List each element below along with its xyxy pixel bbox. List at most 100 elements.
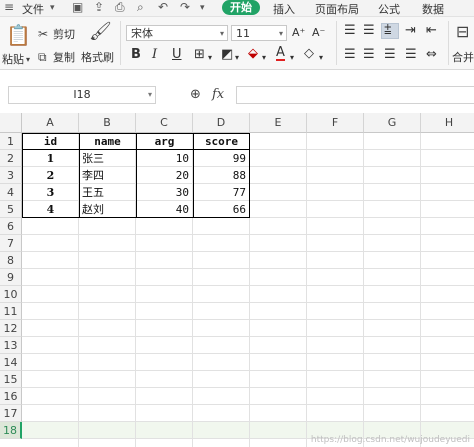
format-painter-icon[interactable]: 🖌: [89, 23, 112, 41]
table-cell[interactable]: 赵刘: [79, 201, 136, 218]
row-header-11[interactable]: 11: [0, 303, 22, 320]
chevron-down-icon[interactable]: ▾: [235, 51, 239, 65]
table-cell[interactable]: 张三: [79, 150, 136, 167]
row-header-18[interactable]: 18: [0, 422, 22, 439]
align-center-icon[interactable]: ☰: [363, 48, 375, 62]
align-middle-icon[interactable]: ☰: [363, 24, 375, 38]
table-header-cell[interactable]: id: [22, 133, 79, 150]
justify-icon[interactable]: ☰: [405, 48, 417, 62]
table-cell[interactable]: 77: [193, 184, 250, 201]
italic-icon[interactable]: I: [152, 48, 157, 62]
row-header-10[interactable]: 10: [0, 286, 22, 303]
fill-bucket-icon[interactable]: ⬙: [248, 47, 258, 61]
row-header-3[interactable]: 3: [0, 167, 22, 184]
row-header-7[interactable]: 7: [0, 235, 22, 252]
merge-button[interactable]: 合并: [452, 49, 474, 65]
table-cell[interactable]: 40: [136, 201, 193, 218]
copy-icon[interactable]: ⧉: [38, 50, 47, 64]
undo-icon[interactable]: ↶: [158, 0, 168, 14]
row-header-5[interactable]: 5: [0, 201, 22, 218]
save-icon[interactable]: ▣: [72, 0, 83, 14]
column-header-g[interactable]: G: [364, 113, 421, 133]
border-icon[interactable]: ⊞: [194, 48, 205, 62]
table-cell[interactable]: 王五: [79, 184, 136, 201]
chevron-down-icon[interactable]: ▾: [319, 51, 323, 65]
font-color-icon[interactable]: A: [276, 46, 285, 61]
fx-icon[interactable]: fx: [212, 87, 224, 102]
tab-page-layout[interactable]: 页面布局: [315, 1, 359, 17]
eraser-icon[interactable]: ◇: [304, 47, 314, 61]
chevron-down-icon[interactable]: ▾: [26, 53, 30, 67]
tab-insert[interactable]: 插入: [273, 1, 295, 17]
merge-cells-icon[interactable]: ⊟: [456, 24, 469, 40]
bold-icon[interactable]: B: [131, 48, 141, 62]
chevron-down-icon[interactable]: ▾: [200, 3, 205, 13]
copy-button[interactable]: 复制: [53, 49, 75, 65]
column-header-f[interactable]: F: [307, 113, 364, 133]
row-header-16[interactable]: 16: [0, 388, 22, 405]
align-top-icon[interactable]: ☰: [344, 24, 356, 38]
tab-data[interactable]: 数据: [422, 1, 444, 17]
table-cell[interactable]: 10: [136, 150, 193, 167]
row-header-15[interactable]: 15: [0, 371, 22, 388]
row-header-4[interactable]: 4: [0, 184, 22, 201]
row-header-13[interactable]: 13: [0, 337, 22, 354]
decrease-font-icon[interactable]: A⁻: [312, 26, 325, 40]
table-header-cell[interactable]: arg: [136, 133, 193, 150]
tab-start[interactable]: 开始: [222, 0, 260, 15]
row-header-12[interactable]: 12: [0, 320, 22, 337]
table-header-cell[interactable]: score: [193, 133, 250, 150]
export-icon[interactable]: ⇪: [94, 0, 104, 14]
row-header-1[interactable]: 1: [0, 133, 22, 150]
align-bottom-icon[interactable]: ⩲: [384, 24, 392, 38]
distributed-icon[interactable]: ⇔: [426, 48, 437, 62]
underline-icon[interactable]: U: [172, 48, 182, 62]
column-header-c[interactable]: C: [136, 113, 193, 133]
font-size-select[interactable]: 11 ▾: [231, 25, 287, 41]
fill-color-icon[interactable]: ◩: [221, 48, 233, 62]
column-header-d[interactable]: D: [193, 113, 250, 133]
column-header-b[interactable]: B: [79, 113, 136, 133]
menu-lines-icon[interactable]: ≡: [4, 0, 14, 14]
paste-button[interactable]: 粘贴: [2, 51, 24, 67]
chevron-down-icon[interactable]: ▾: [290, 51, 294, 65]
align-right-icon[interactable]: ☰: [384, 48, 396, 62]
zoom-formula-icon[interactable]: ⊕: [190, 87, 201, 102]
table-cell[interactable]: 20: [136, 167, 193, 184]
table-cell[interactable]: 3: [22, 184, 79, 201]
row-header-14[interactable]: 14: [0, 354, 22, 371]
print-icon[interactable]: ⎙: [115, 0, 125, 15]
table-cell[interactable]: 1: [22, 150, 79, 167]
column-header-e[interactable]: E: [250, 113, 307, 133]
table-header-cell[interactable]: name: [79, 133, 136, 150]
table-cell[interactable]: 4: [22, 201, 79, 218]
scissors-icon[interactable]: ✂: [38, 27, 48, 41]
increase-font-icon[interactable]: A⁺: [292, 26, 305, 40]
table-cell[interactable]: 2: [22, 167, 79, 184]
row-header-2[interactable]: 2: [0, 150, 22, 167]
chevron-down-icon[interactable]: ▾: [208, 51, 212, 65]
table-cell[interactable]: 99: [193, 150, 250, 167]
column-header-a[interactable]: A: [22, 113, 79, 133]
table-cell[interactable]: 88: [193, 167, 250, 184]
menu-file[interactable]: 文件: [22, 1, 44, 17]
table-cell[interactable]: 30: [136, 184, 193, 201]
formula-input[interactable]: [236, 86, 474, 104]
cut-button[interactable]: 剪切: [53, 26, 75, 42]
select-all-corner[interactable]: [0, 113, 22, 133]
name-box[interactable]: I18 ▾: [8, 86, 156, 104]
font-name-select[interactable]: 宋体 ▾: [126, 25, 228, 41]
row-header-6[interactable]: 6: [0, 218, 22, 235]
chevron-down-icon[interactable]: ▾: [262, 51, 266, 65]
tab-formulas[interactable]: 公式: [378, 1, 400, 17]
format-painter-button[interactable]: 格式刷: [81, 49, 114, 65]
redo-icon[interactable]: ↷: [180, 0, 190, 14]
table-cell[interactable]: 66: [193, 201, 250, 218]
row-header-9[interactable]: 9: [0, 269, 22, 286]
table-cell[interactable]: 李四: [79, 167, 136, 184]
row-header-17[interactable]: 17: [0, 405, 22, 422]
print-preview-icon[interactable]: ⌕: [137, 0, 144, 15]
outdent-icon[interactable]: ⇤: [426, 24, 437, 38]
indent-icon[interactable]: ⇥: [405, 24, 416, 38]
align-left-icon[interactable]: ☰: [344, 48, 356, 62]
